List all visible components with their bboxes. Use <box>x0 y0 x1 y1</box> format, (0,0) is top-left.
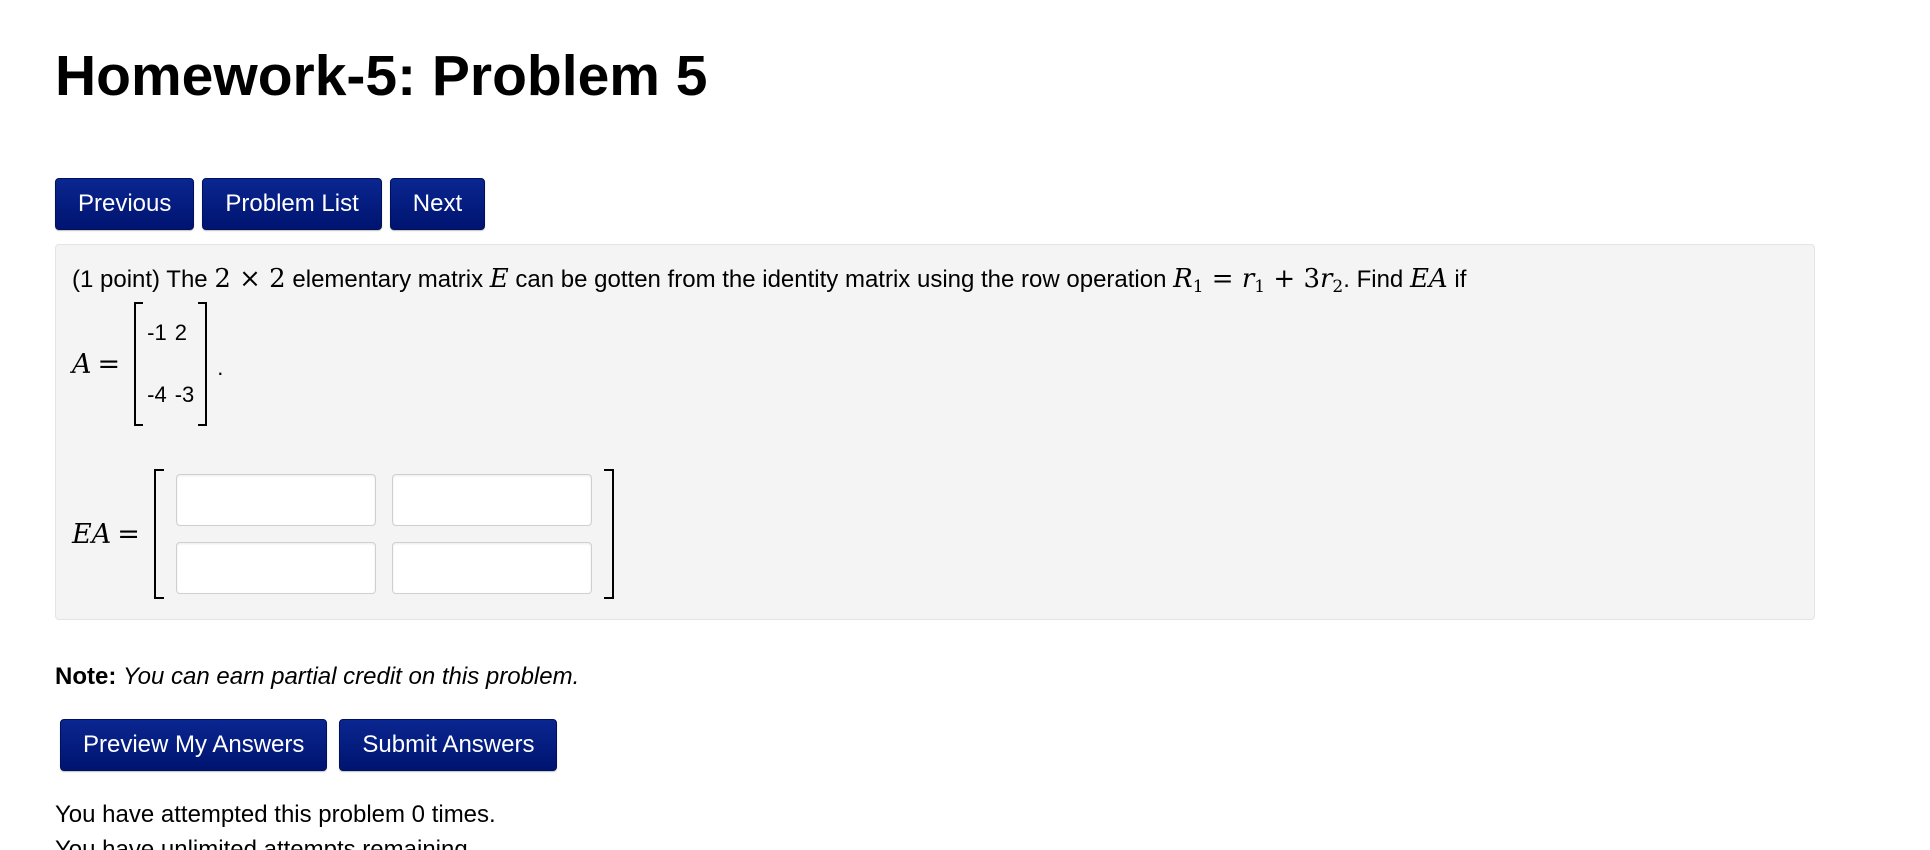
answer-equals: = <box>117 518 140 550</box>
row-op-R: R <box>1173 264 1193 294</box>
matrix-E-symbol: E <box>489 264 509 294</box>
matrix-A-left-bracket <box>134 302 144 426</box>
answer-matrix-EA: EA = <box>72 467 614 601</box>
row-operation: R1 = r1 + 3r2 <box>1173 264 1344 297</box>
attempts-info: You have attempted this problem 0 times.… <box>55 797 1930 850</box>
answer-lhs: EA = <box>72 519 140 550</box>
product-EA-symbol: EA <box>1409 264 1448 294</box>
row-op-plus: + 3 <box>1265 264 1320 294</box>
page-title: Homework-5: Problem 5 <box>55 44 708 108</box>
row-op-r1-sub: 1 <box>1254 277 1266 297</box>
problem-list-button[interactable]: Problem List <box>202 178 382 230</box>
answer-left-bracket <box>153 469 164 599</box>
answer-input-r1c1[interactable] <box>175 474 376 526</box>
answer-actions: Preview My Answers Submit Answers <box>60 719 1930 771</box>
answer-entries <box>164 474 604 594</box>
statement-text-2: can be gotten from the identity matrix u… <box>508 266 1174 293</box>
submit-answers-button[interactable]: Submit Answers <box>339 719 558 771</box>
matrix-A-entry: -3 <box>174 382 195 407</box>
statement-text-1: elementary matrix <box>285 266 490 293</box>
answer-input-r2c2[interactable] <box>391 542 592 594</box>
matrix-A-entry: -1 <box>147 320 167 345</box>
answer-right-bracket <box>603 469 614 599</box>
partial-credit-note: Note: You can earn partial credit on thi… <box>55 662 1930 692</box>
previous-button[interactable]: Previous <box>55 178 195 230</box>
row-op-eq: = <box>1203 264 1242 294</box>
problem-page: Homework-5: Problem 5 Previous Problem L… <box>0 0 1930 850</box>
row-op-R-sub: 1 <box>1192 277 1204 297</box>
row-op-r1: r <box>1241 264 1255 294</box>
attempts-remaining: You have unlimited attempts remaining. <box>55 836 475 850</box>
note-text: You can earn partial credit on this prob… <box>123 663 580 690</box>
preview-answers-button[interactable]: Preview My Answers <box>60 719 328 771</box>
answer-input-r1c2[interactable] <box>391 474 592 526</box>
matrix-A-right-bracket <box>198 302 208 426</box>
matrix-A-equals: = <box>97 348 121 380</box>
next-button[interactable]: Next <box>389 178 486 230</box>
answer-label: EA <box>72 518 112 550</box>
problem-body: (1 point) The 2 × 2 elementary matrix E … <box>55 244 1815 620</box>
row-op-r2: r <box>1319 264 1333 294</box>
matrix-A-label: A <box>72 348 92 380</box>
matrix-A-entry: 2 <box>174 320 187 345</box>
statement-points: (1 point) The <box>72 266 215 293</box>
statement-text-4: if <box>1447 266 1467 293</box>
row-op-r2-sub: 2 <box>1332 277 1344 297</box>
matrix-A-entries: -1 2 -4 -3 <box>143 302 198 426</box>
matrix-A-lhs: A = <box>72 349 120 380</box>
matrix-A-entry: -4 <box>147 382 167 407</box>
statement-text-3: . Find <box>1343 266 1410 293</box>
matrix-A: A = -1 2 -4 -3 . <box>72 299 223 429</box>
matrix-size: 2 × 2 <box>214 264 286 294</box>
problem-statement: (1 point) The 2 × 2 elementary matrix E … <box>72 261 1466 305</box>
answer-input-r2c1[interactable] <box>175 542 376 594</box>
problem-nav: Previous Problem List Next <box>55 178 1930 230</box>
attempts-count: You have attempted this problem 0 times. <box>55 801 496 828</box>
note-label: Note: <box>55 663 117 690</box>
matrix-A-period: . <box>217 355 224 380</box>
